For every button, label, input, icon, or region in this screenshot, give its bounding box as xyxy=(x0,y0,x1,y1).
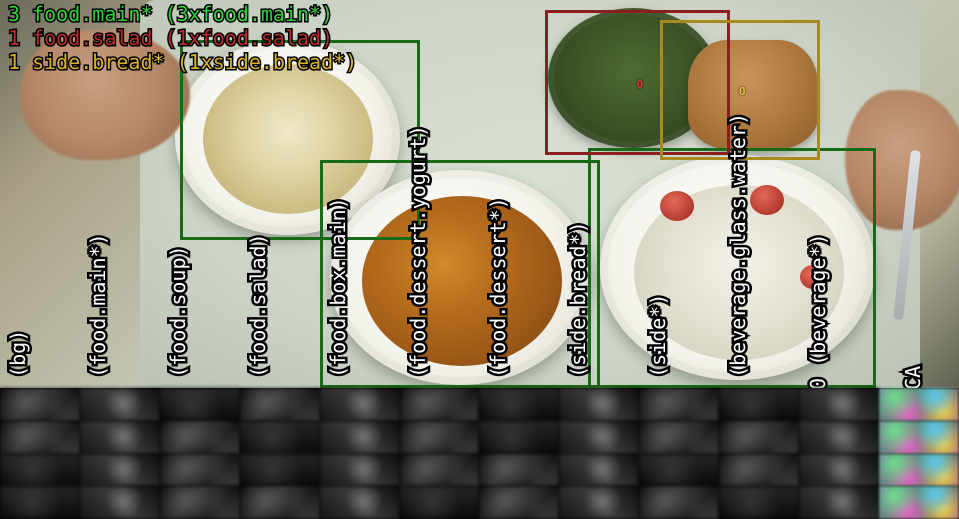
viewport: 00 3 food.main* (3xfood.main*)3 food.mai… xyxy=(0,0,959,519)
feature-cell xyxy=(240,454,320,487)
feature-cell xyxy=(320,454,400,487)
legend-row: 1 food.salad (1xfood.salad)1 food.salad … xyxy=(8,26,357,50)
feature-cell xyxy=(0,454,80,487)
feature-cell xyxy=(479,421,559,454)
feature-cell xyxy=(799,388,879,421)
feature-cell xyxy=(479,454,559,487)
feature-cell xyxy=(0,388,80,421)
feature-cell xyxy=(799,454,879,487)
feature-cell xyxy=(240,421,320,454)
feature-map-strip xyxy=(0,388,959,519)
feature-cell xyxy=(400,421,480,454)
class-label: 7 (side.bread*)7 (side.bread*) xyxy=(566,221,590,402)
class-label: 9 (beverage.glass.water)9 (beverage.glas… xyxy=(726,113,750,402)
class-label: 5 (food.dessert.yogurt)5 (food.dessert.y… xyxy=(406,125,430,402)
feature-cell xyxy=(559,388,639,421)
feature-cell xyxy=(160,454,240,487)
feature-cell xyxy=(80,486,160,519)
class-label: 4 (food.box.main)4 (food.box.main) xyxy=(326,197,350,402)
feature-cell xyxy=(799,421,879,454)
pca-cell xyxy=(879,486,959,519)
feature-cell xyxy=(559,421,639,454)
feature-cell xyxy=(639,388,719,421)
feature-cell xyxy=(0,421,80,454)
feature-cell xyxy=(400,454,480,487)
feature-cell xyxy=(639,486,719,519)
feature-cell xyxy=(320,388,400,421)
pca-cell xyxy=(879,388,959,421)
class-label: 3 (food.salad)3 (food.salad) xyxy=(246,233,270,402)
legend-row: 1 side.bread* (1xside.bread*)1 side.brea… xyxy=(8,50,357,74)
feature-cell xyxy=(400,388,480,421)
feature-cell xyxy=(719,421,799,454)
bread-roll xyxy=(688,40,818,150)
feature-cell xyxy=(479,388,559,421)
feature-cell xyxy=(80,421,160,454)
class-count-legend: 3 food.main* (3xfood.main*)3 food.main* … xyxy=(8,2,357,74)
class-label: 2 (food.soup)2 (food.soup) xyxy=(166,245,190,402)
feature-cell xyxy=(240,486,320,519)
feature-cell xyxy=(0,486,80,519)
class-label: 10 (beverage*)10 (beverage*) xyxy=(806,233,830,402)
feature-cell xyxy=(320,421,400,454)
feature-cell xyxy=(559,486,639,519)
feature-cell xyxy=(639,454,719,487)
class-label: 8 (side*)8 (side*) xyxy=(646,294,670,402)
feature-cell xyxy=(719,486,799,519)
feature-cell xyxy=(320,486,400,519)
feature-cell xyxy=(160,486,240,519)
feature-cell xyxy=(160,421,240,454)
feature-cell xyxy=(719,388,799,421)
feature-cell xyxy=(240,388,320,421)
feature-cell xyxy=(479,486,559,519)
pca-cell xyxy=(879,421,959,454)
hand-right xyxy=(845,90,959,230)
feature-cell xyxy=(719,454,799,487)
legend-row: 3 food.main* (3xfood.main*)3 food.main* … xyxy=(8,2,357,26)
pca-cell xyxy=(879,454,959,487)
feature-cell xyxy=(400,486,480,519)
feature-cell xyxy=(80,454,160,487)
plate-fries xyxy=(330,170,590,385)
class-label: 1 (food.main*)1 (food.main*) xyxy=(86,233,110,402)
feature-cell xyxy=(799,486,879,519)
feature-cell xyxy=(160,388,240,421)
feature-cell xyxy=(80,388,160,421)
feature-cell xyxy=(559,454,639,487)
feature-cell xyxy=(639,421,719,454)
class-label: 6 (food.dessert*)6 (food.dessert*) xyxy=(486,197,510,402)
